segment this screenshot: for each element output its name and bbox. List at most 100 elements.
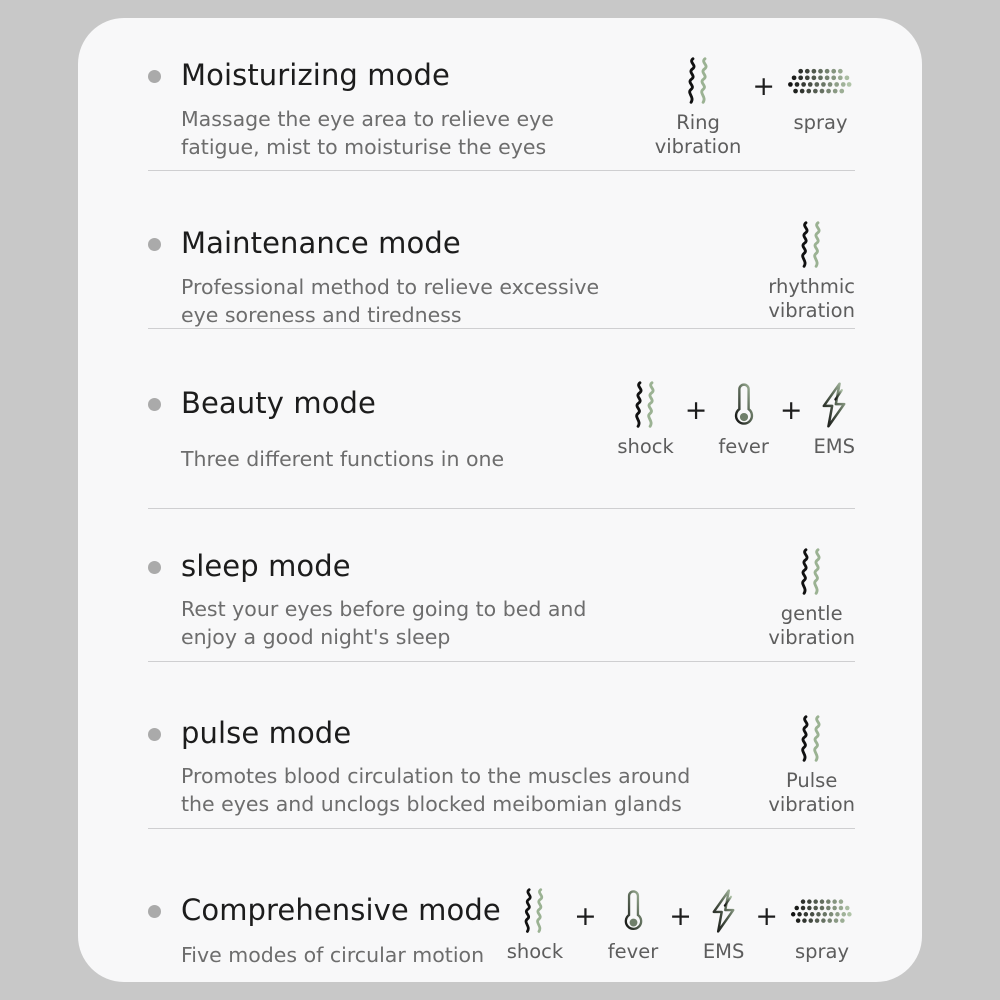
row-divider: [148, 828, 855, 829]
mode-row[interactable]: pulse mode Promotes blood circulation to …: [78, 686, 922, 853]
mode-description: Massage the eye area to relieve eye fati…: [181, 106, 554, 160]
icon-item[interactable]: rhythmic vibration: [768, 220, 855, 324]
page-root: Moisturizing mode Massage the eye area to…: [0, 0, 1000, 1000]
icon-label: shock: [617, 435, 674, 458]
bullet-dot-icon: [148, 398, 161, 411]
thermometer-icon-svg: [734, 383, 753, 425]
bullet-dot-icon: [148, 905, 161, 918]
mode-description: Three different functions in one: [181, 446, 505, 471]
vibration-icon: [516, 887, 553, 935]
vibration-icon: [792, 220, 831, 270]
mode-row-inner: sleep mode Rest your eyes before going to…: [78, 521, 922, 686]
mode-icon-group: Ring vibration + spray: [655, 56, 855, 160]
icon-label: spray: [794, 940, 850, 963]
mode-description: Promotes blood circulation to the muscle…: [181, 763, 691, 817]
mode-rows: Moisturizing mode Massage the eye area to…: [78, 18, 922, 982]
spray-icon-svg: [790, 898, 852, 923]
icon-item[interactable]: Pulse vibration: [768, 714, 855, 818]
icon-label: fever: [718, 435, 769, 458]
mode-row-inner: Moisturizing mode Massage the eye area to…: [78, 18, 922, 188]
mode-row-inner: Comprehensive mode Five modes of circular…: [78, 853, 922, 982]
icon-label: Pulse vibration: [768, 769, 855, 817]
mode-icon-group: Pulse vibration: [768, 714, 855, 818]
icon-label: EMS: [702, 940, 745, 963]
vibration-icon-svg: [525, 888, 544, 933]
icon-label: Ring vibration: [654, 111, 742, 159]
mode-icon-group: shock + fever + EMS + spray: [507, 887, 855, 964]
icon-item[interactable]: spray: [789, 887, 855, 964]
row-divider: [148, 170, 855, 171]
mode-row-inner: pulse mode Promotes blood circulation to …: [78, 686, 922, 853]
mode-row[interactable]: Beauty mode Three different functions in …: [78, 346, 922, 521]
mode-row[interactable]: sleep mode Rest your eyes before going to…: [78, 521, 922, 686]
plus-separator-icon: +: [755, 901, 778, 932]
icon-label: gentle vibration: [768, 602, 855, 650]
spray-icon: [789, 887, 855, 935]
lightning-bolt-icon: [816, 380, 852, 430]
lightning-bolt-icon-svg: [712, 889, 735, 933]
mode-list-card: Moisturizing mode Massage the eye area to…: [78, 18, 922, 982]
mode-title: Maintenance mode: [181, 226, 461, 260]
icon-item[interactable]: Ring vibration: [654, 56, 742, 160]
mode-text-block: Beauty mode Three different functions in …: [181, 386, 505, 473]
bullet-dot-icon: [148, 70, 161, 83]
mode-description: Five modes of circular motion: [181, 942, 485, 967]
mode-text-block: sleep mode Rest your eyes before going to…: [181, 549, 587, 651]
vibration-icon: [792, 547, 831, 597]
plus-separator-icon: +: [684, 395, 708, 426]
mode-row-inner: Beauty mode Three different functions in …: [78, 346, 922, 521]
lightning-bolt-icon: [706, 887, 741, 935]
vibration-icon-svg: [801, 715, 821, 762]
mode-title: Moisturizing mode: [181, 58, 450, 92]
icon-item[interactable]: spray: [786, 56, 855, 135]
mode-icon-group: gentle vibration: [768, 547, 855, 651]
mode-text-block: pulse mode Promotes blood circulation to …: [181, 716, 691, 818]
row-divider: [148, 508, 855, 509]
bullet-dot-icon: [148, 728, 161, 741]
plus-separator-icon: +: [669, 901, 692, 932]
icon-item[interactable]: EMS: [813, 380, 855, 459]
icon-item[interactable]: gentle vibration: [768, 547, 855, 651]
icon-item[interactable]: EMS: [702, 887, 745, 964]
icon-label: EMS: [813, 435, 855, 458]
mode-text-block: Maintenance mode Professional method to r…: [181, 226, 600, 329]
spray-icon: [786, 56, 855, 106]
icon-item[interactable]: fever: [718, 380, 769, 459]
vibration-icon-svg: [687, 57, 708, 104]
icon-label: rhythmic vibration: [768, 275, 855, 323]
mode-title: Beauty mode: [181, 386, 376, 420]
mode-row[interactable]: Moisturizing mode Massage the eye area to…: [78, 18, 922, 188]
mode-row-inner: Maintenance mode Professional method to r…: [78, 188, 922, 346]
vibration-icon: [792, 714, 831, 764]
mode-text-block: Moisturizing mode Massage the eye area to…: [181, 58, 554, 161]
vibration-icon-svg: [801, 548, 821, 595]
lightning-bolt-icon-svg: [822, 382, 846, 428]
mode-description: Professional method to relieve excessive…: [181, 274, 600, 328]
icon-item[interactable]: fever: [608, 887, 658, 964]
vibration-icon-svg: [801, 221, 821, 268]
mode-icon-group: rhythmic vibration: [768, 220, 855, 324]
mode-title: Comprehensive mode: [181, 893, 501, 927]
icon-label: fever: [607, 940, 659, 963]
mode-icon-group: shock + fever + EMS: [617, 380, 855, 459]
icon-label: spray: [793, 111, 848, 134]
icon-item[interactable]: shock: [617, 380, 674, 459]
bullet-dot-icon: [148, 238, 161, 251]
mode-row[interactable]: Comprehensive mode Five modes of circular…: [78, 853, 922, 982]
thermometer-icon: [621, 887, 646, 935]
row-divider: [148, 661, 855, 662]
thermometer-icon-svg: [624, 890, 642, 930]
plus-separator-icon: +: [574, 901, 597, 932]
mode-row[interactable]: Maintenance mode Professional method to r…: [78, 188, 922, 346]
vibration-icon: [679, 56, 718, 106]
vibration-icon: [626, 380, 665, 430]
icon-item[interactable]: shock: [507, 887, 563, 964]
mode-title: pulse mode: [181, 716, 352, 750]
plus-separator-icon: +: [779, 395, 803, 426]
thermometer-icon: [731, 380, 757, 430]
mode-title: sleep mode: [181, 549, 351, 583]
plus-separator-icon: +: [752, 71, 775, 102]
icon-label: shock: [506, 940, 564, 963]
row-divider: [148, 328, 855, 329]
mode-description: Rest your eyes before going to bed and e…: [181, 596, 587, 650]
